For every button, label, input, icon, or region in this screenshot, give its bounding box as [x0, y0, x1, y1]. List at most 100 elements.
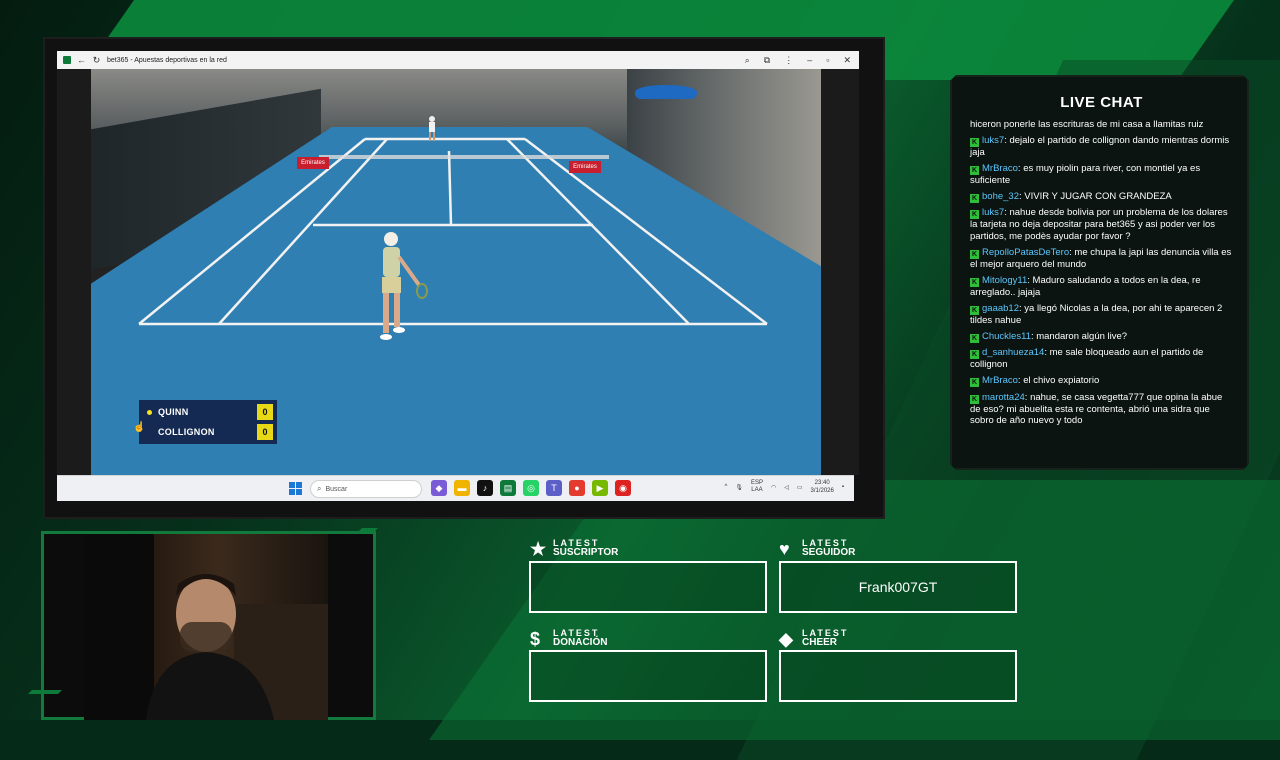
kick-badge-icon: K — [970, 305, 979, 315]
player-score: 0 — [257, 404, 273, 420]
obs-icon[interactable]: ◉ — [615, 480, 631, 496]
nvidia-icon[interactable]: ▶ — [592, 480, 608, 496]
dollar-icon: $ — [530, 629, 541, 649]
chat-message: K RepolloPatasDeTero: me chupa la japi la… — [970, 247, 1232, 271]
back-icon[interactable]: ← — [77, 55, 86, 65]
copilot-icon[interactable]: ◆ — [431, 480, 447, 496]
chat-message: hiceron ponerle las escrituras de mi cas… — [970, 119, 1232, 131]
file-explorer-icon[interactable]: ▬ — [454, 480, 470, 496]
webcam-feed — [84, 534, 328, 720]
live-chat-panel: LIVE CHAT hiceron ponerle las escrituras… — [950, 75, 1249, 470]
frame-accent — [28, 690, 62, 694]
chat-message-text: mandaron algún live? — [1036, 330, 1128, 342]
extensions-icon[interactable]: ⧉ — [764, 55, 770, 66]
chat-username[interactable]: luks7 — [982, 207, 1004, 218]
latest-cheer-box — [779, 650, 1017, 702]
volume-icon[interactable]: ◁ — [784, 484, 789, 491]
restore-icon[interactable]: ▫ — [826, 55, 829, 66]
chat-message: K Chuckles11: mandaron algún live? — [970, 331, 1232, 343]
chat-username[interactable]: MrBraco — [982, 163, 1018, 174]
browser-titlebar: ← ↻ bet365 - Apuestas deportivas en la r… — [57, 51, 859, 69]
latest-category: CHEER — [802, 637, 838, 648]
mouse-cursor-icon: ☝ — [133, 422, 146, 433]
minimize-icon[interactable]: – — [807, 55, 812, 66]
player-name: COLLIGNON — [158, 427, 215, 437]
latest-category: DONACIÓN — [553, 637, 608, 648]
chat-username[interactable]: Mitology11 — [982, 275, 1027, 286]
kick-badge-icon: K — [970, 277, 979, 287]
scoreboard: QUINN 0 COLLIGNON 0 — [139, 400, 277, 444]
chat-username[interactable]: marotta24 — [982, 392, 1025, 403]
chat-message-text: hiceron ponerle las escrituras de mi cas… — [970, 119, 1204, 130]
chat-username[interactable]: MrBraco — [982, 375, 1018, 386]
windows-start-icon[interactable] — [289, 482, 302, 495]
system-tray: ^ 🎙 ESP LAA ◠ ◁ ▭ 23:40 3/1/2026 ▪ — [724, 479, 844, 495]
kick-badge-icon: K — [970, 333, 979, 343]
whatsapp-icon[interactable]: ◎ — [523, 480, 539, 496]
kick-badge-icon: K — [970, 165, 979, 175]
letterbox-right — [821, 69, 859, 475]
kick-badge-icon: K — [970, 350, 979, 360]
diamond-icon: ◆ — [779, 629, 793, 649]
clock-date: 3/1/2026 — [810, 488, 834, 494]
emirates-sign-left: Emirates — [297, 157, 329, 169]
screen-capture-window: ← ↻ bet365 - Apuestas deportivas en la r… — [43, 37, 885, 519]
emirates-sign-right: Emirates — [569, 161, 601, 173]
kick-badge-icon: K — [970, 378, 979, 388]
latest-category: SEGUIDOR — [802, 547, 856, 558]
latest-seguidor-box: Frank007GT — [779, 561, 1017, 613]
microphone-icon[interactable]: 🎙 — [735, 484, 743, 491]
chrome-icon[interactable]: ● — [569, 480, 585, 496]
battery-icon[interactable]: ▭ — [797, 484, 803, 491]
windows-taskbar: ⌕ Buscar ◆ ▬ ♪ ▤ ◎ T ● ▶ ◉ ^ 🎙 ESP LAA ◠… — [57, 475, 854, 501]
menu-icon[interactable]: ⋮ — [784, 55, 793, 66]
chevron-up-icon[interactable]: ^ — [724, 484, 727, 490]
chat-message: Kluks7: dejalo el partido de collignon d… — [970, 135, 1232, 159]
search-icon: ⌕ — [317, 484, 322, 493]
heart-icon: ♥ — [779, 539, 790, 559]
chat-username[interactable]: bohe_32 — [982, 191, 1019, 202]
chat-username[interactable]: RepolloPatasDeTero — [982, 247, 1069, 258]
notification-icon[interactable]: ▪ — [842, 484, 844, 490]
chat-message: Kmarotta24: nahue, se casa vegetta777 qu… — [970, 392, 1232, 427]
search-placeholder: Buscar — [325, 485, 348, 493]
tennis-video-stream[interactable]: Emirates Emirates QUINN 0 COLLIGNON 0 ☝ — [57, 69, 859, 475]
chat-message-text: VIVIR Y JUGAR CON GRANDEZA — [1024, 190, 1172, 202]
serve-indicator-icon — [147, 409, 152, 415]
reload-icon[interactable]: ↻ — [92, 55, 101, 65]
bet365-app-icon[interactable]: ▤ — [500, 480, 516, 496]
close-icon[interactable]: ✕ — [843, 55, 851, 66]
kick-badge-icon: K — [970, 137, 979, 147]
chat-username[interactable]: d_sanhueza14 — [982, 347, 1044, 358]
zoom-icon[interactable]: ⌕ — [745, 55, 750, 66]
serve-indicator-icon — [147, 430, 152, 435]
latest-donacion-box — [529, 650, 767, 702]
browser-title: bet365 - Apuestas deportivas en la red — [107, 56, 227, 64]
wifi-icon[interactable]: ◠ — [771, 484, 776, 491]
player-name: QUINN — [158, 407, 189, 417]
clock[interactable]: 23:40 3/1/2026 — [811, 479, 834, 495]
scoreboard-row: QUINN 0 — [139, 402, 277, 422]
language-indicator[interactable]: ESP LAA — [751, 480, 763, 494]
tennis-net — [319, 155, 609, 159]
chat-message-text: nahue desde bolivia por un problema de l… — [970, 207, 1228, 242]
teams-icon[interactable]: T — [546, 480, 562, 496]
chat-username[interactable]: luks7 — [982, 135, 1004, 146]
player-near — [380, 232, 428, 340]
chat-message: K MrBraco: el chivo expiatorio — [970, 375, 1232, 388]
kick-badge-icon: K — [970, 210, 979, 220]
chat-username[interactable]: gaaab12 — [982, 303, 1019, 314]
chat-username[interactable]: Chuckles11 — [982, 331, 1031, 342]
bet365-favicon-icon — [63, 56, 71, 64]
chat-message-text: el chivo expiatorio — [1023, 375, 1100, 387]
chat-message-text: dejalo el partido de collignon dando mie… — [970, 134, 1230, 158]
letterbox-left — [57, 69, 91, 475]
kick-badge-icon: K — [970, 249, 979, 259]
keyboard-layout: LAA — [751, 487, 763, 493]
kick-badge-icon: K — [970, 193, 979, 203]
latest-suscriptor-box — [529, 561, 767, 613]
tiktok-icon[interactable]: ♪ — [477, 480, 493, 496]
latest-category: SUSCRIPTOR — [553, 547, 619, 558]
star-icon: ★ — [530, 539, 547, 559]
taskbar-search[interactable]: ⌕ Buscar — [310, 480, 422, 498]
